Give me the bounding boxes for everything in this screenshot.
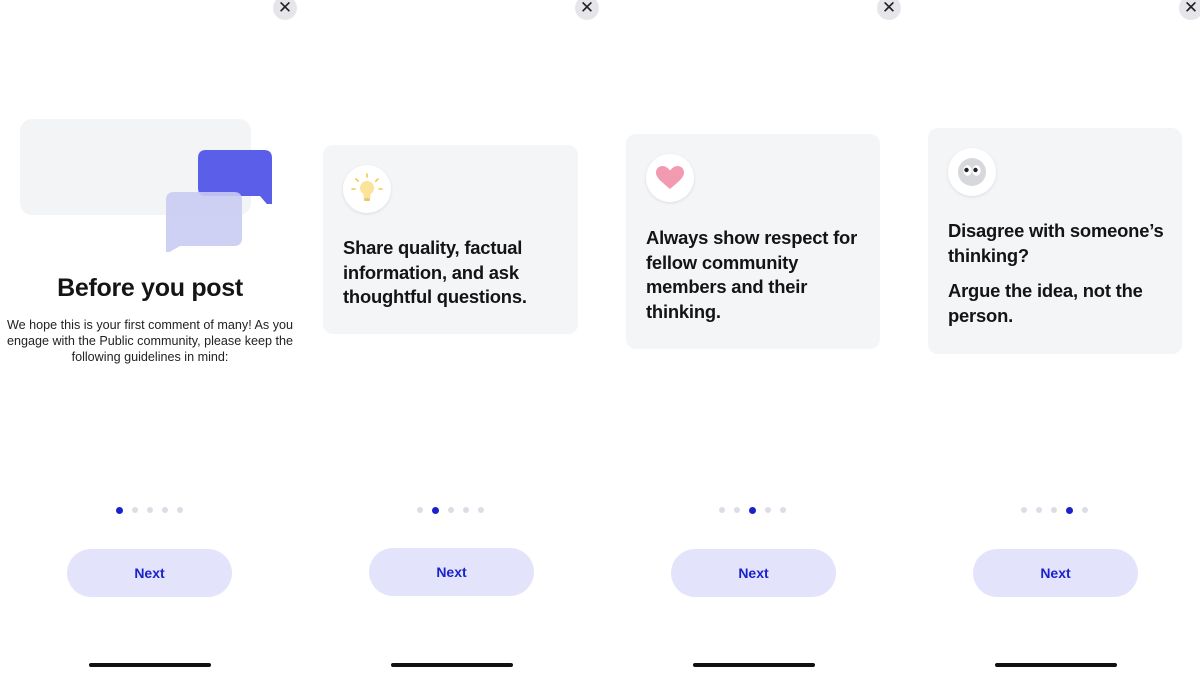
- guideline-card: Share quality, factual information, and …: [323, 145, 578, 334]
- page-dot-active: [1066, 506, 1073, 514]
- page-dot: [1021, 507, 1027, 513]
- pagination-dots: [417, 505, 484, 515]
- home-indicator: [89, 663, 211, 667]
- page-dot: [177, 507, 183, 513]
- guideline-question: Disagree with someone’s thinking?: [948, 220, 1164, 266]
- pagination-dots: [719, 505, 786, 515]
- home-indicator: [693, 663, 815, 667]
- page-dot: [478, 507, 484, 513]
- eyes-icon: [958, 158, 986, 186]
- intro-text: We hope this is your first comment of ma…: [6, 318, 294, 364]
- heart-icon: [656, 166, 684, 189]
- chat-bubble-light-icon: [166, 192, 242, 252]
- close-button[interactable]: ✕: [273, 0, 297, 20]
- close-button[interactable]: ✕: [877, 0, 901, 20]
- page-dot: [463, 507, 469, 513]
- guideline-answer: Argue the idea, not the person.: [948, 280, 1143, 326]
- page-dot: [132, 507, 138, 513]
- page-dot-active: [749, 506, 756, 514]
- page-dot: [1036, 507, 1042, 513]
- page-dot: [448, 507, 454, 513]
- next-button[interactable]: Next: [671, 549, 836, 597]
- page-dot: [734, 507, 740, 513]
- page-dot: [147, 507, 153, 513]
- guideline-text: Always show respect for fellow community…: [646, 227, 858, 322]
- pagination-dots: [116, 505, 183, 515]
- page-dot: [1082, 507, 1088, 513]
- home-indicator: [391, 663, 513, 667]
- next-button[interactable]: Next: [973, 549, 1138, 597]
- next-button[interactable]: Next: [67, 549, 232, 597]
- icon-circle: [646, 154, 694, 202]
- close-button[interactable]: ✕: [1179, 0, 1200, 20]
- page-dot-active: [432, 506, 439, 514]
- page-dot-active: [116, 506, 123, 514]
- close-button[interactable]: ✕: [575, 0, 599, 20]
- page-dot: [765, 507, 771, 513]
- page-dot: [780, 507, 786, 513]
- icon-circle: [948, 148, 996, 196]
- page-dot: [417, 507, 423, 513]
- page-dot: [719, 507, 725, 513]
- page-dot: [162, 507, 168, 513]
- icon-circle: [343, 165, 391, 213]
- onboarding-screen-4: ✕ Disagree with someone’s thinking? Argu…: [906, 0, 1200, 674]
- next-button[interactable]: Next: [369, 548, 534, 596]
- pagination-dots: [1021, 505, 1088, 515]
- guideline-card: Always show respect for fellow community…: [626, 134, 880, 349]
- guideline-card: Disagree with someone’s thinking? Argue …: [928, 128, 1182, 354]
- home-indicator: [995, 663, 1117, 667]
- onboarding-screen-3: ✕ Always show respect for fellow communi…: [604, 0, 904, 674]
- lightbulb-icon: [351, 173, 383, 201]
- page-title: Before you post: [57, 274, 243, 302]
- page-dot: [1051, 507, 1057, 513]
- onboarding-screen-1: ✕ Before you post We hope this is your f…: [0, 0, 300, 674]
- onboarding-screen-2: ✕ Share quality, factual information, an…: [302, 0, 602, 674]
- guideline-text: Share quality, factual information, and …: [343, 237, 527, 307]
